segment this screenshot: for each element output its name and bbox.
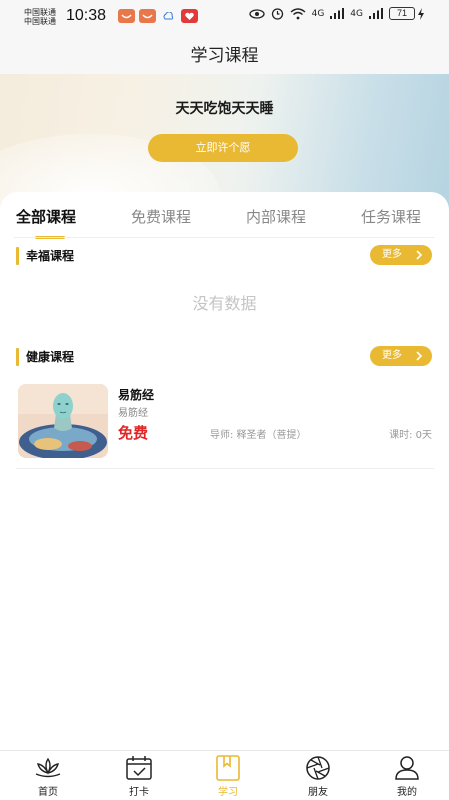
- tabs-divider: [14, 237, 435, 238]
- nav-checkin[interactable]: 打卡: [104, 755, 174, 798]
- more-button[interactable]: 更多: [370, 346, 432, 366]
- carrier-info: 中国联通 中国联通: [24, 8, 56, 26]
- course-thumbnail: [18, 384, 108, 458]
- page-title: 学习课程: [190, 46, 259, 66]
- more-button[interactable]: 更多: [370, 245, 432, 265]
- tab-internal-courses[interactable]: 内部课程: [246, 206, 306, 227]
- section-health: 健康课程 更多: [16, 346, 434, 368]
- section-marker: [16, 348, 19, 366]
- signal-icon: [330, 8, 345, 19]
- section-title: 幸福课程: [26, 249, 75, 263]
- notification-icons: [118, 9, 198, 23]
- app-notification-icon: [139, 9, 156, 23]
- network-type-2: 4G: [350, 8, 363, 19]
- make-wish-button[interactable]: 立即许个愿: [148, 134, 298, 162]
- nav-profile[interactable]: 我的: [372, 755, 442, 798]
- course-subtitle: 易筋经: [118, 408, 148, 419]
- nav-study[interactable]: 学习: [193, 755, 263, 798]
- nav-friends[interactable]: 朋友: [283, 755, 353, 798]
- status-bar: 中国联通 中国联通 10:38 4G 4G 71: [0, 0, 449, 32]
- tab-task-courses[interactable]: 任务课程: [361, 206, 421, 227]
- course-content: 全部课程 免费课程 内部课程 任务课程 幸福课程 更多 没有数据 健康课程 更多: [0, 192, 449, 750]
- section-marker: [16, 247, 19, 265]
- course-hours: 课时: 0天: [389, 430, 432, 441]
- nav-label: 我的: [397, 787, 417, 798]
- book-icon: [216, 755, 240, 781]
- title-bar: 学习课程: [0, 32, 449, 74]
- wifi-icon: [290, 7, 306, 19]
- course-list-item[interactable]: 易筋经 易筋经 免费 导师: 释圣者（菩提） 课时: 0天: [16, 384, 434, 469]
- status-time: 10:38: [66, 7, 107, 24]
- signal-icon: [369, 8, 383, 19]
- nav-home[interactable]: 首页: [13, 755, 83, 798]
- more-label: 更多: [382, 350, 402, 361]
- bottom-nav: 首页 打卡 学习 朋友 我的: [0, 750, 449, 800]
- calendar-check-icon: [126, 756, 152, 780]
- eye-icon: [248, 8, 265, 19]
- chevron-right-icon: [416, 250, 423, 260]
- battery-indicator: 71: [389, 7, 425, 20]
- nav-label: 学习: [218, 787, 238, 798]
- network-type-1: 4G: [311, 8, 325, 19]
- chevron-right-icon: [416, 351, 423, 361]
- course-price: 免费: [118, 424, 149, 442]
- banner-text: 天天吃饱天天睡: [175, 101, 274, 117]
- user-icon: [395, 756, 419, 780]
- carrier-2: 中国联通: [24, 17, 56, 26]
- course-teacher: 导师: 释圣者（菩提）: [210, 430, 307, 441]
- section-happiness: 幸福课程 更多: [16, 245, 434, 267]
- empty-state-text: 没有数据: [192, 294, 257, 313]
- section-title: 健康课程: [26, 350, 75, 364]
- nav-label: 打卡: [129, 787, 149, 798]
- more-label: 更多: [382, 249, 402, 260]
- aperture-icon: [306, 756, 330, 780]
- nav-label: 首页: [38, 787, 58, 798]
- nav-label: 朋友: [308, 787, 328, 798]
- system-icons: 4G 4G 71: [248, 7, 425, 20]
- lotus-icon: [35, 757, 61, 778]
- app-notification-icon: [181, 9, 198, 23]
- tab-free-courses[interactable]: 免费课程: [131, 206, 191, 227]
- cloud-sync-icon: [160, 9, 177, 23]
- battery-level: 71: [389, 7, 415, 20]
- tab-all-courses[interactable]: 全部课程: [16, 206, 76, 227]
- course-name: 易筋经: [118, 388, 155, 402]
- alarm-icon: [271, 8, 283, 20]
- charging-icon: [418, 7, 424, 20]
- carrier-1: 中国联通: [24, 8, 56, 17]
- app-notification-icon: [118, 9, 135, 23]
- divider: [16, 468, 434, 469]
